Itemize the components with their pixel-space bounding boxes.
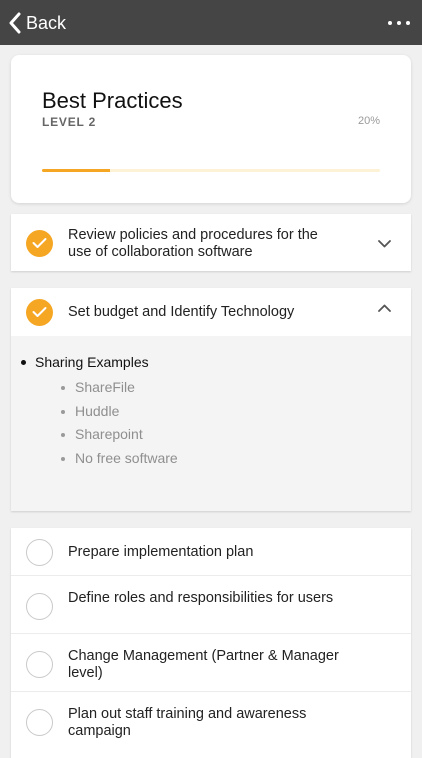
task-label: Set budget and Identify Technology	[68, 304, 295, 320]
task-item[interactable]: Define roles and responsibilities for us…	[11, 575, 411, 634]
task-label: Define roles and responsibilities for us…	[68, 590, 334, 606]
task-details: Sharing Examples ShareFile Huddle Sharep…	[11, 336, 411, 511]
circle-checkbox-icon[interactable]	[26, 709, 53, 736]
task-item[interactable]: Plan out staff training and awareness ca…	[11, 691, 411, 752]
details-list-item: Huddle	[60, 403, 120, 419]
checkmark-icon[interactable]	[26, 230, 53, 257]
chevron-left-icon	[9, 12, 21, 34]
progress-bar-fill	[42, 169, 110, 172]
page-title: Best Practices	[42, 88, 183, 113]
details-list-item: ShareFile	[61, 379, 135, 395]
task-item[interactable]: Prepare implementation plan	[11, 528, 411, 575]
task-label: Plan out staff training and awareness ca…	[68, 706, 307, 739]
task-label: Change Management (Partner & Manager lev…	[68, 648, 339, 681]
progress-percent: 20%	[357, 115, 380, 127]
task-item[interactable]: Change Management (Partner & Manager lev…	[11, 633, 411, 692]
circle-checkbox-icon[interactable]	[26, 651, 53, 678]
circle-checkbox-icon[interactable]	[26, 539, 53, 566]
chevron-up-icon[interactable]	[378, 304, 391, 312]
level-label: LEVEL 2	[42, 115, 97, 129]
top-bar: Back	[0, 0, 422, 45]
task-label: Review policies and procedures for the u…	[68, 227, 318, 260]
task-label: Prepare implementation plan	[68, 544, 254, 560]
progress-bar	[42, 169, 380, 172]
details-list-item: Sharepoint	[61, 426, 143, 442]
progress-card: Best Practices LEVEL 2 20%	[11, 55, 411, 203]
details-heading: Sharing Examples	[21, 354, 149, 370]
more-options-icon[interactable]	[388, 13, 410, 33]
task-list: Prepare implementation plan Define roles…	[11, 528, 411, 758]
back-label: Back	[26, 12, 67, 33]
task-item-expanded[interactable]: Set budget and Identify Technology Shari…	[11, 288, 411, 511]
circle-checkbox-icon[interactable]	[26, 593, 53, 620]
chevron-down-icon[interactable]	[378, 240, 391, 248]
details-list-item: No free software	[61, 450, 178, 466]
checkmark-icon[interactable]	[26, 299, 53, 326]
back-button[interactable]: Back	[8, 10, 66, 36]
task-item[interactable]: Review policies and procedures for the u…	[11, 214, 411, 271]
